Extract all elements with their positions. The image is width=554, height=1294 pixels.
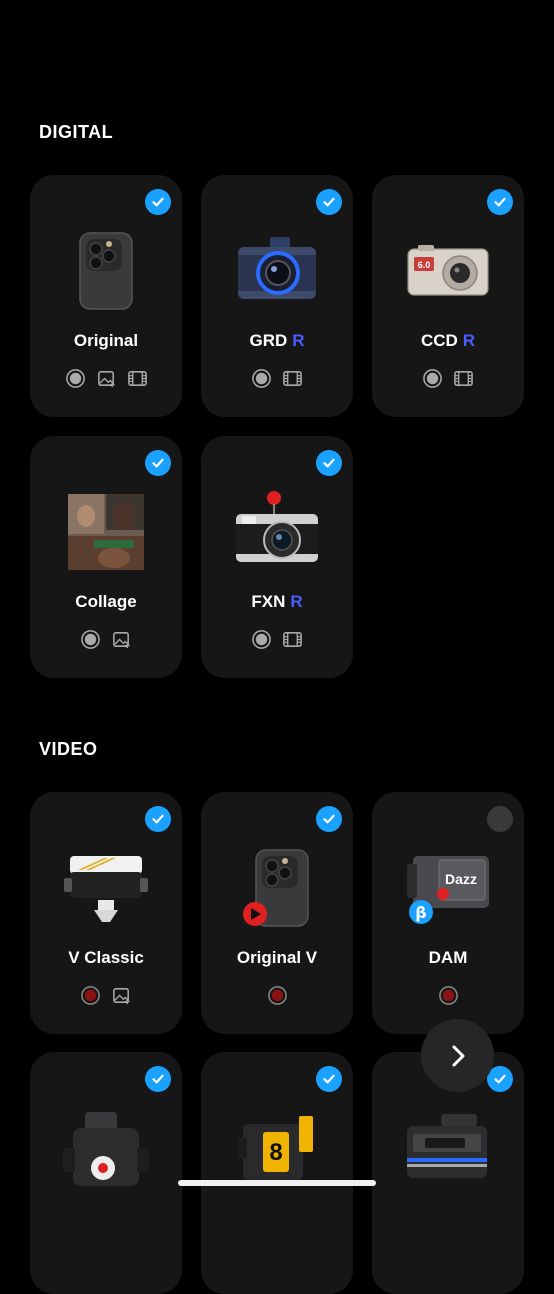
phone-camera-icon	[30, 227, 182, 311]
feature-icons	[201, 629, 353, 650]
record-icon	[65, 369, 85, 388]
section-title-digital: DIGITAL	[39, 122, 114, 142]
camera-name: CCD R	[420, 331, 476, 350]
camera-card-collage[interactable]: Collage	[30, 436, 182, 678]
camera-card-video-4[interactable]	[30, 1052, 182, 1294]
v-classic-camera-icon	[30, 844, 182, 928]
vhs-camcorder-icon	[372, 1104, 524, 1188]
video-record-icon	[81, 986, 100, 1005]
unselected-circle-icon[interactable]	[487, 806, 513, 832]
feature-icons	[30, 985, 182, 1006]
selected-check-icon[interactable]	[487, 189, 513, 215]
camera-name: Original V	[236, 948, 318, 967]
ccd-camera-icon: 6.0	[372, 227, 524, 311]
record-icon	[252, 369, 271, 388]
photo-import-icon	[97, 371, 115, 388]
record-icon	[81, 630, 100, 649]
camera-name: Original	[73, 331, 139, 350]
selected-check-icon[interactable]	[316, 1066, 342, 1092]
feature-icons	[201, 368, 353, 389]
dam-camera-icon: Dazz β	[372, 844, 524, 928]
camera-card-original[interactable]: Original	[30, 175, 182, 417]
photo-import-icon	[113, 988, 130, 1005]
record-icon	[252, 630, 271, 649]
film-icon	[454, 371, 473, 386]
camera-card-video-5[interactable]: 8	[201, 1052, 353, 1294]
selected-check-icon[interactable]	[316, 806, 342, 832]
film-icon	[283, 371, 302, 386]
fxn-camera-icon	[201, 488, 353, 572]
feature-icons	[30, 629, 182, 650]
svg-text:6.0: 6.0	[418, 260, 431, 270]
camera-name: FXN R	[251, 592, 303, 611]
camera-card-dam[interactable]: Dazz β DAM	[372, 792, 524, 1034]
camera-card-fxn[interactable]: FXN R	[201, 436, 353, 678]
camera-card-v-classic[interactable]: V Classic	[30, 792, 182, 1034]
camera-card-original-v[interactable]: Original V	[201, 792, 353, 1034]
camera-name: GRD R	[249, 331, 305, 350]
photo-import-icon	[113, 632, 130, 649]
camera-name: Collage	[75, 592, 137, 611]
cinema-camera-icon	[30, 1104, 182, 1188]
camera-name: DAM	[428, 948, 468, 967]
section-title-video: VIDEO	[39, 739, 98, 759]
feature-icons	[372, 985, 524, 1006]
video-record-icon	[438, 986, 458, 1005]
svg-text:8: 8	[269, 1139, 282, 1166]
svg-text:Dazz: Dazz	[445, 871, 477, 887]
super8-camera-icon: 8	[201, 1104, 353, 1188]
record-icon	[423, 369, 442, 388]
selected-check-icon[interactable]	[145, 189, 171, 215]
camera-card-grd[interactable]: GRD R	[201, 175, 353, 417]
next-button[interactable]	[421, 1019, 494, 1092]
grd-camera-icon	[201, 227, 353, 311]
phone-video-camera-icon	[201, 844, 353, 928]
camera-card-ccd[interactable]: 6.0 CCD R	[372, 175, 524, 417]
home-indicator[interactable]	[178, 1180, 376, 1186]
video-record-icon	[267, 986, 287, 1005]
selected-check-icon[interactable]	[316, 189, 342, 215]
selected-check-icon[interactable]	[316, 450, 342, 476]
collage-thumbnail-icon	[30, 488, 182, 572]
camera-name: V Classic	[68, 948, 144, 967]
film-icon	[283, 632, 302, 647]
feature-icons	[30, 368, 182, 389]
selected-check-icon[interactable]	[145, 1066, 171, 1092]
chevron-right-icon	[452, 1045, 464, 1066]
svg-text:β: β	[415, 903, 426, 922]
feature-icons	[201, 985, 353, 1006]
selected-check-icon[interactable]	[145, 806, 171, 832]
selected-check-icon[interactable]	[145, 450, 171, 476]
film-icon	[127, 371, 147, 386]
feature-icons	[372, 368, 524, 389]
